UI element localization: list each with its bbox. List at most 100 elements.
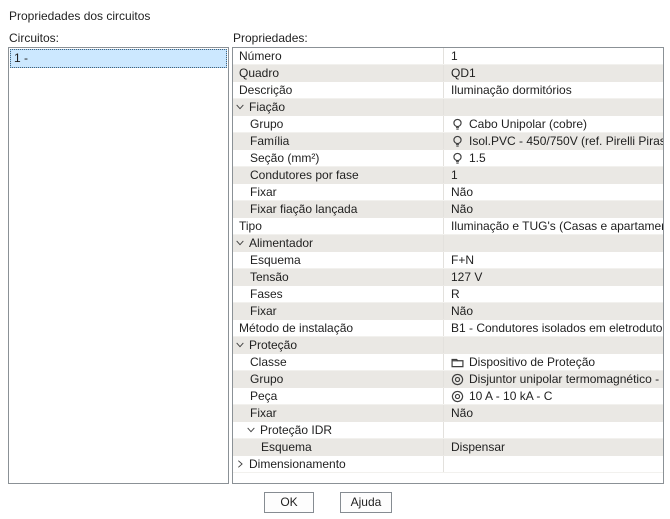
- property-row[interactable]: GrupoCabo Unipolar (cobre): [233, 116, 663, 133]
- property-row[interactable]: FixarNão: [233, 184, 663, 201]
- property-name-cell: Alimentador: [233, 235, 443, 251]
- property-name-label: Alimentador: [249, 236, 313, 250]
- property-value-cell: [443, 456, 663, 472]
- property-value-label: R: [451, 287, 460, 301]
- property-value-label: 1.5: [469, 151, 486, 165]
- property-value-label: Não: [451, 406, 473, 420]
- property-grid[interactable]: Número 1 QuadroQD1Descrição Iluminação dorm…: [232, 47, 664, 484]
- help-button[interactable]: Ajuda: [340, 492, 392, 513]
- property-value-cell: Não: [443, 184, 663, 200]
- property-row[interactable]: Método de instalação B1 - Condutores isol…: [233, 320, 663, 337]
- property-name-cell: Proteção: [233, 337, 443, 353]
- property-value-cell: [443, 99, 663, 115]
- property-name-cell: Esquema: [233, 252, 443, 268]
- property-name-cell: Família: [233, 133, 443, 149]
- property-name-label: Fixar: [250, 406, 277, 420]
- properties-label: Propriedades:: [233, 31, 308, 45]
- property-name-label: Número: [239, 49, 282, 63]
- property-row[interactable]: Descrição Iluminação dormitórios: [233, 82, 663, 99]
- property-value-label: F+N: [451, 253, 474, 267]
- property-name-label: Condutores por fase: [250, 168, 359, 182]
- property-row[interactable]: Seção (mm²) 1.5: [233, 150, 663, 167]
- property-value-cell: Não: [443, 405, 663, 421]
- property-row[interactable]: Condutores por fase 1: [233, 167, 663, 184]
- property-name-label: Tipo: [239, 219, 262, 233]
- property-name-label: Família: [250, 134, 289, 148]
- ok-button[interactable]: OK: [264, 492, 314, 513]
- property-row[interactable]: Peça 10 A - 10 kA - C: [233, 388, 663, 405]
- property-value-cell: 10 A - 10 kA - C: [443, 388, 663, 404]
- bulb-icon: [451, 135, 464, 148]
- property-name-cell: Fixar: [233, 184, 443, 200]
- property-value-label: Não: [451, 304, 473, 318]
- property-row[interactable]: Esquema F+N: [233, 252, 663, 269]
- property-category-row[interactable]: Proteção: [233, 337, 663, 354]
- bullseye-icon: [451, 390, 464, 403]
- property-value-cell: 1: [443, 48, 663, 64]
- property-name-cell: Descrição: [233, 82, 443, 98]
- property-value-cell: 1: [443, 167, 663, 183]
- property-name-cell: Dimensionamento: [233, 456, 443, 472]
- property-name-label: Proteção: [249, 338, 297, 352]
- chevron-down-icon[interactable]: [235, 102, 245, 112]
- property-name-cell: Grupo: [233, 371, 443, 387]
- property-value-label: 10 A - 10 kA - C: [469, 389, 552, 403]
- property-row[interactable]: TipoIluminação e TUG's (Casas e apartame…: [233, 218, 663, 235]
- property-row[interactable]: QuadroQD1: [233, 65, 663, 82]
- property-value-label: Disjuntor unipolar termomagnético - DIN: [469, 372, 663, 386]
- property-category-row[interactable]: Fiação: [233, 99, 663, 116]
- property-row[interactable]: Classe Dispositivo de Proteção: [233, 354, 663, 371]
- property-category-row[interactable]: Alimentador: [233, 235, 663, 252]
- folder-icon: [451, 356, 464, 369]
- property-category-row[interactable]: Dimensionamento: [233, 456, 663, 473]
- property-value-cell: [443, 337, 663, 353]
- bulb-icon: [451, 152, 464, 165]
- property-value-cell: Cabo Unipolar (cobre): [443, 116, 663, 132]
- property-name-cell: Tipo: [233, 218, 443, 234]
- property-row[interactable]: Tensão127 V: [233, 269, 663, 286]
- property-value-label: 1: [451, 49, 458, 63]
- circuits-listbox[interactable]: 1 -: [8, 47, 229, 484]
- property-row[interactable]: FixarNão: [233, 303, 663, 320]
- property-value-label: Não: [451, 202, 473, 216]
- chevron-down-icon[interactable]: [246, 425, 256, 435]
- property-name-label: Peça: [250, 389, 277, 403]
- property-name-label: Seção (mm²): [250, 151, 319, 165]
- circuits-label: Circuitos:: [9, 31, 59, 45]
- property-name-label: Grupo: [250, 372, 283, 386]
- property-value-cell: Iluminação dormitórios: [443, 82, 663, 98]
- property-name-cell: Tensão: [233, 269, 443, 285]
- property-name-cell: Fiação: [233, 99, 443, 115]
- property-category-row[interactable]: Proteção IDR: [233, 422, 663, 439]
- property-name-label: Método de instalação: [239, 321, 353, 335]
- chevron-down-icon[interactable]: [235, 238, 245, 248]
- property-row[interactable]: Fixar Não: [233, 405, 663, 422]
- property-value-cell: Disjuntor unipolar termomagnético - DIN: [443, 371, 663, 387]
- property-name-label: Classe: [250, 355, 287, 369]
- property-row[interactable]: Grupo Disjuntor unipolar termomagnético -…: [233, 371, 663, 388]
- property-name-cell: Peça: [233, 388, 443, 404]
- property-value-label: Isol.PVC - 450/750V (ref. Pirelli Pirast…: [469, 134, 663, 148]
- property-value-cell: Não: [443, 201, 663, 217]
- property-row[interactable]: Número 1: [233, 48, 663, 65]
- property-row[interactable]: Fixar fiação lançadaNão: [233, 201, 663, 218]
- chevron-right-icon[interactable]: [235, 459, 245, 469]
- property-value-label: Iluminação dormitórios: [451, 83, 572, 97]
- property-row[interactable]: Família Isol.PVC - 450/750V (ref. Pirelli…: [233, 133, 663, 150]
- property-value-label: Dispositivo de Proteção: [469, 355, 595, 369]
- property-value-cell: 1.5: [443, 150, 663, 166]
- property-name-cell: Grupo: [233, 116, 443, 132]
- property-name-label: Esquema: [250, 253, 301, 267]
- property-value-cell: Dispositivo de Proteção: [443, 354, 663, 370]
- property-value-cell: B1 - Condutores isolados em eletroduto d…: [443, 320, 663, 336]
- circuit-list-item[interactable]: 1 -: [10, 49, 227, 68]
- chevron-down-icon[interactable]: [235, 340, 245, 350]
- bulb-icon: [451, 118, 464, 131]
- property-row[interactable]: FasesR: [233, 286, 663, 303]
- property-name-cell: Condutores por fase: [233, 167, 443, 183]
- property-value-cell: Dispensar: [443, 439, 663, 455]
- property-value-label: QD1: [451, 66, 476, 80]
- property-name-cell: Seção (mm²): [233, 150, 443, 166]
- property-value-cell: QD1: [443, 65, 663, 81]
- property-row[interactable]: EsquemaDispensar: [233, 439, 663, 456]
